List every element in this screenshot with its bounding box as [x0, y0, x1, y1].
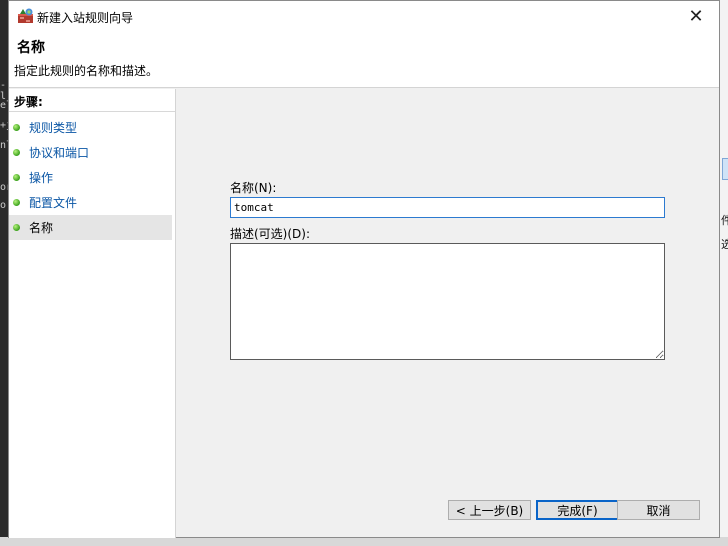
background-text: o [0, 200, 7, 211]
background-window-strip: 件 选 [719, 0, 728, 546]
finish-button[interactable]: 完成(F) [536, 500, 619, 520]
title-bar: 新建入站规则向导 ✕ [9, 1, 719, 32]
description-textarea[interactable] [230, 243, 665, 360]
green-dot-icon [13, 174, 20, 181]
green-dot-icon [13, 124, 20, 131]
green-dot-icon [13, 224, 20, 231]
step-label: 配置文件 [29, 196, 78, 210]
background-terminal-strip: -l el +j nl or o [0, 0, 12, 546]
firewall-icon [18, 8, 33, 23]
name-input[interactable] [230, 197, 665, 218]
back-button[interactable]: < 上一步(B) [448, 500, 531, 520]
page-title: 名称 [17, 40, 45, 56]
steps-divider [9, 111, 175, 112]
close-icon: ✕ [688, 6, 704, 27]
background-text: -l [0, 80, 7, 102]
step-protocol-ports[interactable]: 协议和端口 [9, 140, 172, 165]
step-rule-type[interactable]: 规则类型 [9, 115, 172, 140]
close-button[interactable]: ✕ [673, 1, 719, 32]
step-label: 规则类型 [29, 121, 78, 135]
step-name[interactable]: 名称 [9, 215, 172, 240]
step-profile[interactable]: 配置文件 [9, 190, 172, 215]
step-action[interactable]: 操作 [9, 165, 172, 190]
background-text: 件 [721, 214, 728, 227]
description-field-label: 描述(可选)(D): [230, 227, 311, 241]
step-label: 协议和端口 [29, 146, 90, 160]
name-field-label: 名称(N): [230, 181, 277, 195]
step-label: 操作 [29, 171, 54, 185]
new-inbound-rule-wizard-dialog: 新建入站规则向导 ✕ 名称 指定此规则的名称和描述。 步骤: 规则类型 协议和端… [8, 0, 720, 538]
green-dot-icon [13, 149, 20, 156]
page-header: 名称 指定此规则的名称和描述。 [9, 32, 719, 88]
page-description: 指定此规则的名称和描述。 [14, 64, 159, 78]
background-text: 选 [721, 238, 728, 251]
step-label: 名称 [29, 221, 54, 235]
background-selected-row [722, 158, 728, 180]
steps-panel: 步骤: 规则类型 协议和端口 操作 配置文件 名称 [9, 89, 175, 538]
panel-divider [175, 89, 176, 538]
green-dot-icon [13, 199, 20, 206]
background-taskbar-strip [0, 537, 728, 546]
window-title: 新建入站规则向导 [37, 11, 134, 25]
cancel-button[interactable]: 取消 [617, 500, 700, 520]
steps-heading: 步骤: [14, 95, 43, 109]
